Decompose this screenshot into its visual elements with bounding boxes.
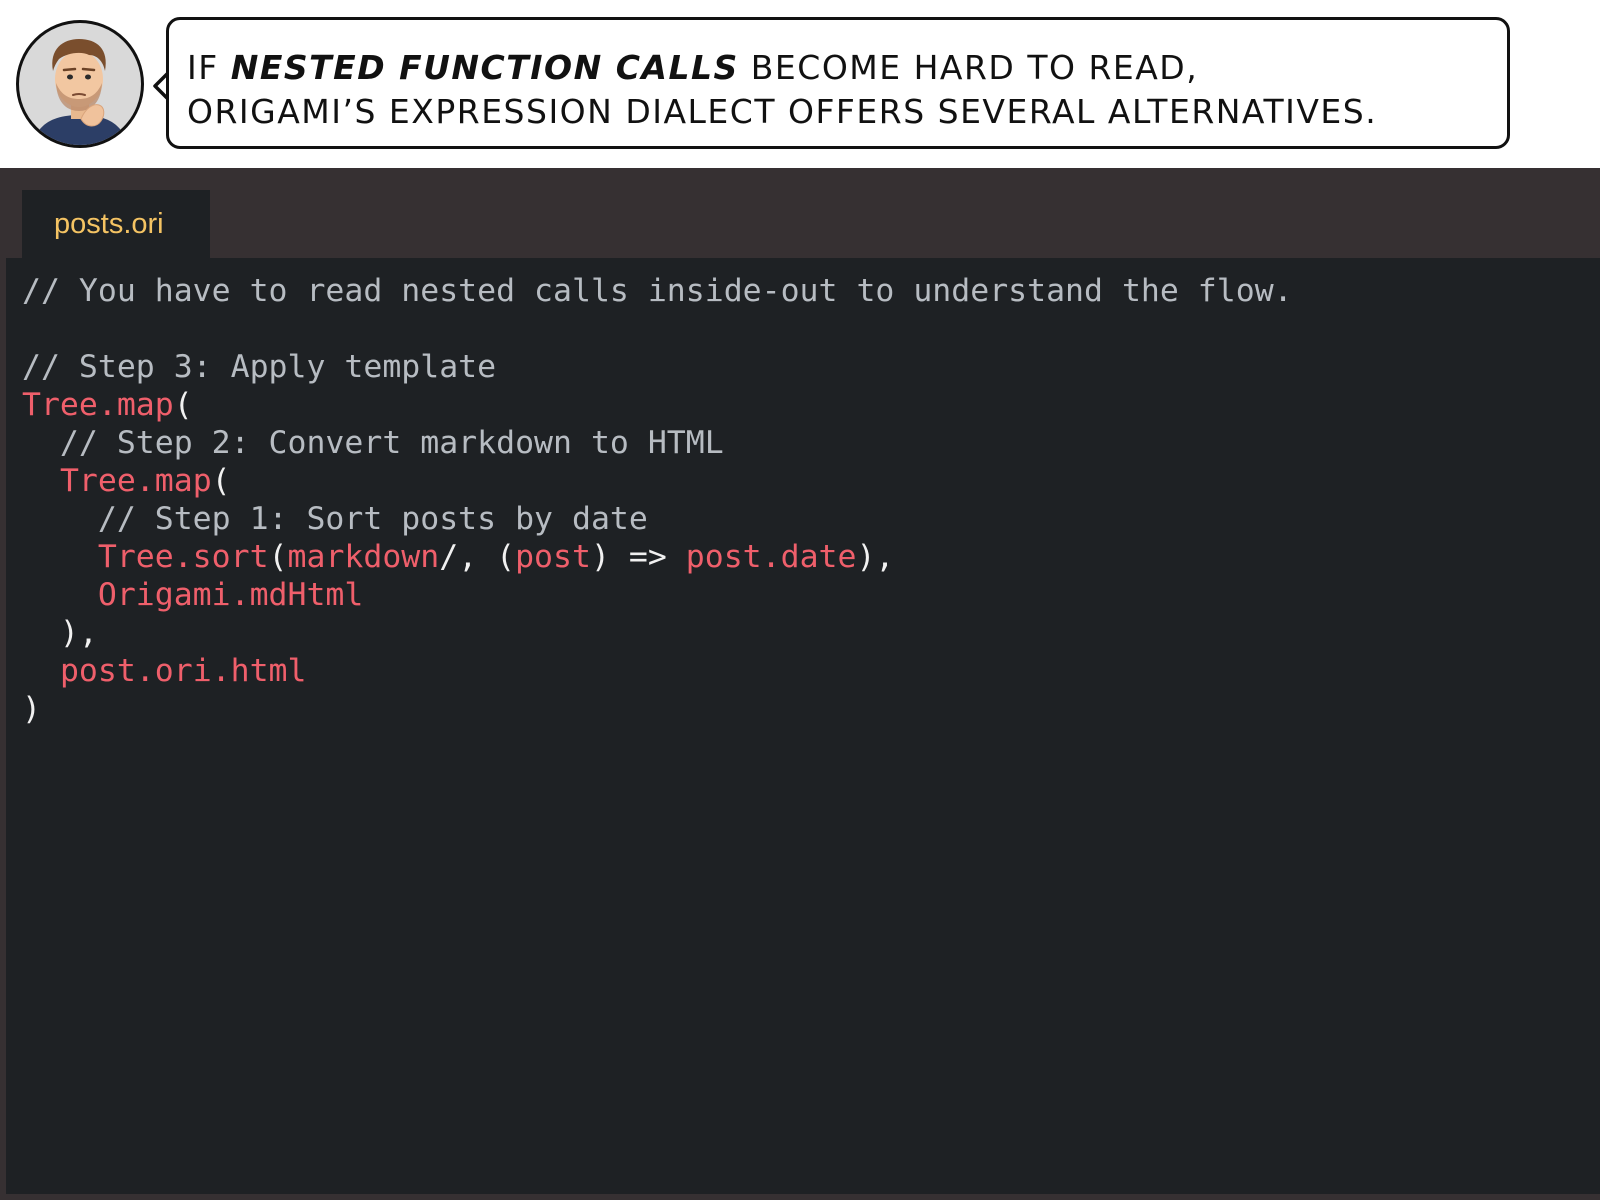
speech-bubble: If nested function calls become hard to … (166, 17, 1510, 149)
code-line: // Step 3: Apply template (22, 348, 1600, 386)
code-token: Tree.map (22, 387, 174, 423)
bubble-emphasis: nested function calls (230, 48, 739, 87)
code-token: // You have to read nested calls inside-… (22, 273, 1293, 309)
code-token: ) (22, 691, 41, 727)
code-token: ( (268, 539, 288, 575)
code-line: // You have to read nested calls inside-… (22, 272, 1600, 310)
code-line: Origami.mdHtml (22, 576, 1600, 614)
code-token: post.ori.html (59, 653, 307, 689)
bubble-pre: If (187, 48, 231, 87)
code-editor: posts.ori // You have to read nested cal… (0, 168, 1600, 1200)
code-pane[interactable]: // You have to read nested calls inside-… (6, 258, 1600, 1194)
code-line: // Step 2: Convert markdown to HTML (22, 424, 1600, 462)
code-line: ) (22, 690, 1600, 728)
code-token: ) => (590, 539, 686, 575)
avatar (16, 20, 144, 148)
speech-bubble-line-1: If nested function calls become hard to … (187, 46, 1489, 90)
code-line: ), (22, 614, 1600, 652)
code-token: ), (856, 539, 895, 575)
code-token: Origami.mdHtml (97, 577, 364, 613)
comic-header: If nested function calls become hard to … (0, 0, 1600, 168)
code-token: post.date (685, 539, 857, 575)
code-token: ), (22, 615, 98, 651)
code-line: Tree.sort(markdown/, (post) => post.date… (22, 538, 1600, 576)
code-token: /, ( (439, 539, 516, 575)
code-token: post (515, 539, 591, 575)
code-token: markdown (287, 539, 440, 575)
code-token: ( (211, 463, 231, 499)
code-line: post.ori.html (22, 652, 1600, 690)
thinking-man-icon (33, 39, 127, 145)
code-token: // Step 2: Convert markdown to HTML (22, 425, 724, 461)
code-token: Tree.sort (97, 539, 269, 575)
code-token: // Step 1: Sort posts by date (22, 501, 648, 537)
code-line: // Step 1: Sort posts by date (22, 500, 1600, 538)
code-token: Tree.map (59, 463, 212, 499)
tab-posts-ori[interactable]: posts.ori (22, 190, 210, 258)
code-line: Tree.map( (22, 462, 1600, 500)
code-line: Tree.map( (22, 386, 1600, 424)
bubble-line1-post: become hard to read, (738, 48, 1199, 87)
code-token: ( (173, 387, 193, 423)
speech-bubble-line-2: Origami’s expression dialect offers seve… (187, 92, 1378, 131)
code-token: // Step 3: Apply template (22, 349, 497, 385)
